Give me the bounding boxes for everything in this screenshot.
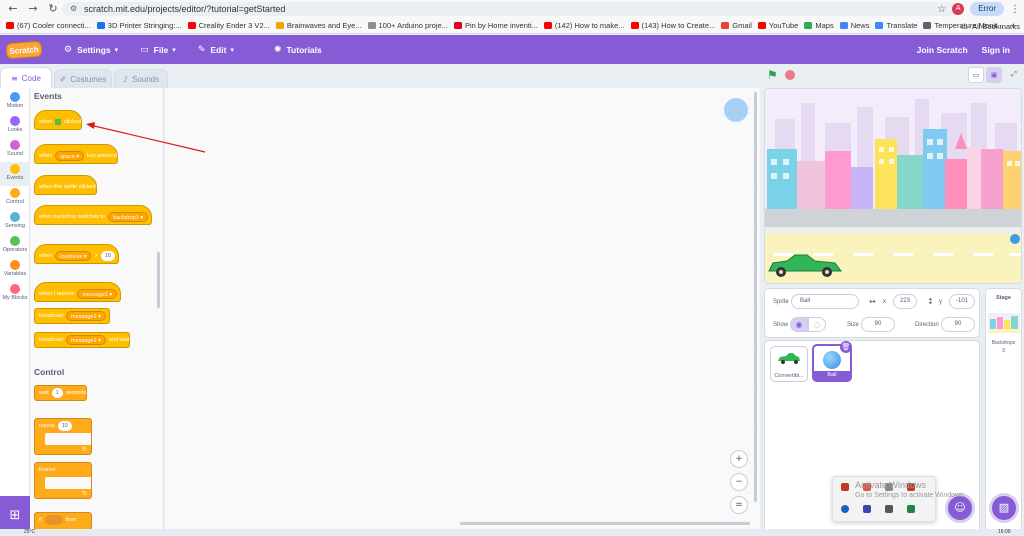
direction-label: Direction (915, 322, 939, 328)
tray-app-icon[interactable] (885, 505, 893, 513)
choose-backdrop-button[interactable]: ▨ (992, 496, 1016, 520)
y-arrows-icon: ↕ (927, 297, 934, 306)
backdrops-label: Backdrops (991, 340, 1016, 346)
sprite-info-panel: Sprite Ball ↔ x 223 ↕ y -101 Show ◉ ◌ Si… (764, 288, 980, 338)
stage-header (760, 64, 1024, 88)
car-thumbnail (778, 353, 800, 364)
choose-sprite-button[interactable]: ☺ (948, 496, 972, 520)
weather-temp: 25°C (24, 529, 36, 535)
hide-eye-icon[interactable]: ◌ (808, 317, 826, 332)
sprite-thumb-convertible[interactable]: Convertibl... (770, 346, 808, 382)
tray-app-icon[interactable] (841, 505, 849, 513)
direction-input[interactable]: 90 (941, 317, 975, 332)
show-eye-icon[interactable]: ◉ (790, 317, 808, 332)
x-label: x (883, 299, 886, 305)
fullscreen-icon[interactable]: ⤢ (1006, 67, 1022, 83)
stage-canvas[interactable] (764, 88, 1022, 284)
sprite-label: Sprite (773, 299, 789, 305)
size-input[interactable]: 90 (861, 317, 895, 332)
show-label: Show (773, 322, 789, 328)
small-stage-icon[interactable]: ▭ (968, 67, 984, 83)
backdrop-thumbnail (987, 313, 1020, 333)
tray-app-icon[interactable] (907, 505, 915, 513)
ball-thumbnail (823, 351, 841, 369)
green-flag-button[interactable]: ⚑ (767, 68, 778, 82)
tray-app-icon[interactable] (841, 483, 849, 491)
sprite-name: Convertibl... (774, 373, 804, 379)
taskbar-clock: 16:09 (998, 529, 1011, 535)
activate-windows-title: Activate Windows (855, 480, 927, 490)
sprite-name-input[interactable]: Ball (791, 294, 859, 309)
size-label: Size (847, 322, 859, 328)
x-position-input[interactable]: 223 (893, 294, 917, 309)
backdrops-count: 3 (1002, 348, 1005, 354)
x-arrows-icon: ↔ (869, 297, 876, 306)
ball-sprite (1010, 234, 1020, 244)
city-backdrop (765, 89, 1021, 283)
sprite-name: Ball (814, 371, 850, 380)
delete-sprite-icon[interactable]: 🗑 (840, 341, 852, 353)
stop-button[interactable] (785, 70, 795, 80)
windows-taskbar: 25°C 16:09 (0, 529, 1024, 536)
large-stage-icon[interactable]: ▣ (986, 67, 1002, 83)
stage-title: Stage (996, 295, 1011, 301)
tray-app-icon[interactable] (863, 505, 871, 513)
y-label: y (939, 299, 942, 305)
y-position-input[interactable]: -101 (949, 294, 975, 309)
activate-windows-subtitle: Go to Settings to activate Windows. (855, 492, 966, 499)
